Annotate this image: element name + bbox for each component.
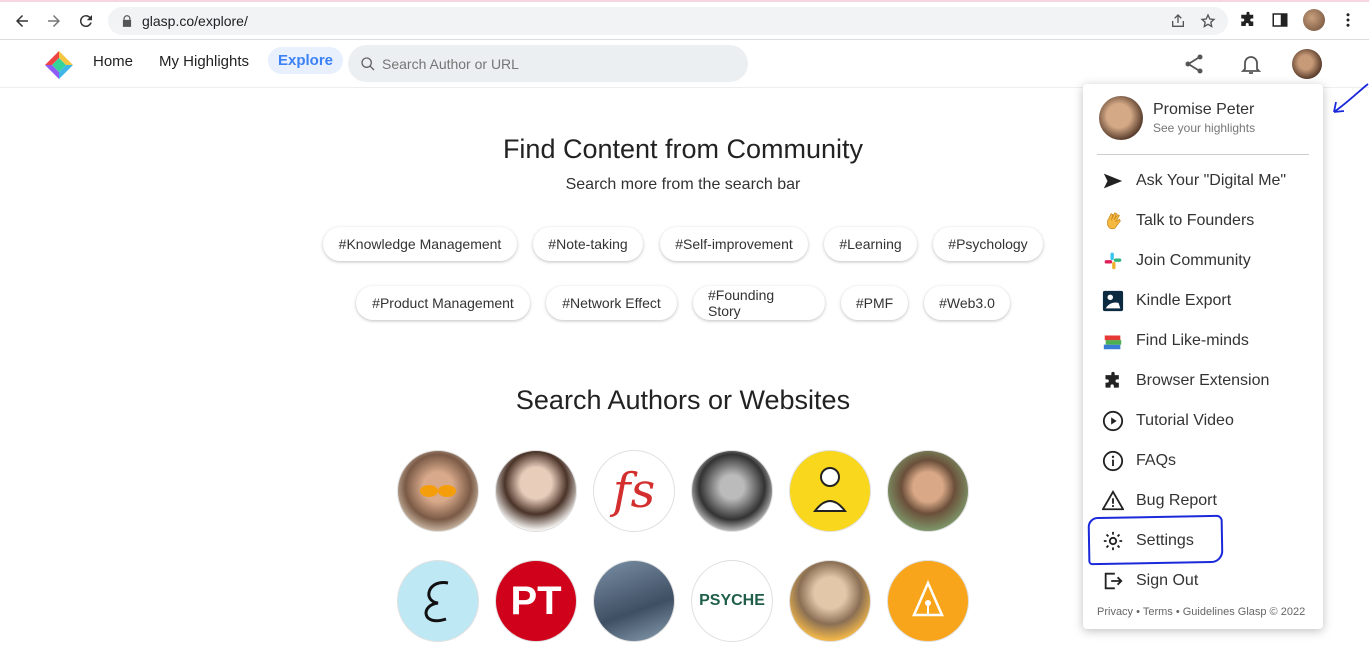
tag-chip[interactable]: #Psychology bbox=[933, 227, 1043, 261]
notification-bell-icon[interactable] bbox=[1239, 52, 1263, 76]
url-text: glasp.co/explore/ bbox=[142, 13, 248, 29]
menu-item-label: Join Community bbox=[1136, 252, 1251, 269]
author-avatar[interactable] bbox=[691, 450, 773, 532]
chrome-profile-avatar[interactable] bbox=[1303, 9, 1325, 31]
author-avatar[interactable] bbox=[789, 560, 871, 642]
menu-item-browser-extension[interactable]: Browser Extension bbox=[1101, 366, 1269, 396]
author-avatar[interactable] bbox=[495, 450, 577, 532]
menu-item-label: Sign Out bbox=[1136, 572, 1199, 589]
kindle-icon bbox=[1102, 290, 1124, 312]
author-avatar[interactable] bbox=[397, 450, 479, 532]
menu-item-ask-digital-me[interactable]: Ask Your "Digital Me" bbox=[1101, 166, 1286, 196]
script-e-logo-icon bbox=[424, 581, 449, 623]
bookmark-star-icon[interactable] bbox=[1200, 13, 1216, 29]
sunglasses-icon bbox=[420, 485, 456, 497]
nav-home-link[interactable]: Home bbox=[93, 53, 133, 70]
pen-nib-logo-icon bbox=[912, 579, 944, 617]
author-avatar[interactable] bbox=[887, 560, 969, 642]
info-icon bbox=[1102, 450, 1124, 472]
see-highlights-link[interactable]: See your highlights bbox=[1153, 121, 1255, 135]
extensions-puzzle-icon[interactable] bbox=[1239, 11, 1257, 29]
author-logo-text: fs bbox=[612, 463, 656, 519]
address-bar[interactable]: glasp.co/explore/ bbox=[108, 7, 1228, 35]
tag-chip[interactable]: #Network Effect bbox=[546, 286, 677, 320]
author-avatar[interactable]: fs bbox=[593, 450, 675, 532]
menu-item-label: Browser Extension bbox=[1136, 372, 1270, 389]
reload-button[interactable] bbox=[70, 5, 102, 37]
search-bar[interactable] bbox=[348, 45, 748, 82]
user-name: Promise Peter bbox=[1153, 101, 1255, 118]
menu-item-label: Bug Report bbox=[1136, 492, 1217, 509]
menu-item-bug-report[interactable]: Bug Report bbox=[1101, 486, 1217, 516]
glasp-logo-icon[interactable] bbox=[44, 50, 74, 80]
tag-chip[interactable]: #PMF bbox=[841, 286, 908, 320]
user-avatar-button[interactable] bbox=[1292, 49, 1322, 79]
sign-out-icon bbox=[1104, 572, 1123, 590]
nav-my-highlights-link[interactable]: My Highlights bbox=[159, 53, 249, 70]
menu-item-label: Talk to Founders bbox=[1136, 212, 1255, 229]
warning-icon bbox=[1102, 490, 1124, 511]
menu-item-kindle-export[interactable]: Kindle Export bbox=[1101, 286, 1231, 316]
send-icon bbox=[1103, 173, 1123, 189]
profile-summary[interactable]: Promise Peter See your highlights bbox=[1099, 96, 1255, 140]
menu-item-talk-to-founders[interactable]: Talk to Founders bbox=[1101, 206, 1254, 236]
menu-item-label: Ask Your "Digital Me" bbox=[1136, 172, 1287, 189]
forward-button[interactable] bbox=[38, 5, 70, 37]
nav-explore-link[interactable]: Explore bbox=[268, 47, 344, 74]
annotation-arrow bbox=[1333, 83, 1369, 113]
tag-chip[interactable]: #Web3.0 bbox=[924, 286, 1010, 320]
puzzle-icon bbox=[1105, 371, 1119, 388]
share-page-icon[interactable] bbox=[1170, 13, 1186, 29]
back-arrow-icon bbox=[16, 15, 28, 27]
menu-item-faqs[interactable]: FAQs bbox=[1101, 446, 1176, 476]
author-avatar[interactable] bbox=[397, 560, 479, 642]
menu-item-label: Tutorial Video bbox=[1136, 412, 1234, 429]
avatar bbox=[1099, 96, 1143, 140]
kebab-menu-icon[interactable] bbox=[1339, 11, 1357, 29]
browser-toolbar: glasp.co/explore/ bbox=[0, 2, 1369, 40]
wave-hand-icon bbox=[1107, 212, 1121, 230]
illustration-figure-icon bbox=[812, 467, 848, 512]
tag-chip[interactable]: #Knowledge Management bbox=[323, 227, 517, 261]
search-icon bbox=[361, 56, 375, 70]
tag-chip[interactable]: #Learning bbox=[824, 227, 917, 261]
menu-item-tutorial-video[interactable]: Tutorial Video bbox=[1101, 406, 1234, 436]
menu-item-label: Kindle Export bbox=[1136, 292, 1232, 309]
back-button[interactable] bbox=[6, 5, 38, 37]
author-avatar[interactable]: PT bbox=[495, 560, 577, 642]
annotation-highlight-circle bbox=[1087, 514, 1224, 566]
tag-chip[interactable]: #Note-taking bbox=[533, 227, 643, 261]
author-avatar[interactable]: PSYCHE bbox=[691, 560, 773, 642]
share-icon[interactable] bbox=[1182, 52, 1206, 76]
play-icon bbox=[1102, 410, 1124, 432]
author-avatar[interactable] bbox=[593, 560, 675, 642]
menu-item-find-like-minds[interactable]: Find Like-minds bbox=[1101, 326, 1249, 356]
reload-icon bbox=[79, 15, 92, 28]
menu-item-label: FAQs bbox=[1136, 452, 1177, 469]
menu-item-label: Find Like-minds bbox=[1136, 332, 1249, 349]
tag-chip[interactable]: #Founding Story bbox=[693, 286, 825, 320]
author-logo-text: PT bbox=[510, 578, 562, 623]
tag-chip[interactable]: #Product Management bbox=[356, 286, 530, 320]
menu-item-join-community[interactable]: Join Community bbox=[1101, 246, 1251, 276]
menu-footer-links[interactable]: Privacy • Terms • Guidelines Glasp © 202… bbox=[1097, 606, 1305, 618]
tag-chip[interactable]: #Self-improvement bbox=[660, 227, 808, 261]
app-header: Home My Highlights Explore bbox=[0, 40, 1369, 113]
menu-item-sign-out[interactable]: Sign Out bbox=[1101, 566, 1198, 596]
author-logo-text: PSYCHE bbox=[699, 592, 765, 609]
author-avatar[interactable] bbox=[789, 450, 871, 532]
side-panel-icon[interactable] bbox=[1271, 11, 1289, 29]
author-avatar[interactable] bbox=[887, 450, 969, 532]
books-icon bbox=[1103, 335, 1122, 350]
lock-icon bbox=[122, 15, 132, 27]
slack-icon bbox=[1104, 252, 1122, 270]
search-input[interactable] bbox=[382, 55, 722, 72]
menu-divider bbox=[1097, 154, 1309, 155]
forward-arrow-icon bbox=[48, 15, 60, 27]
